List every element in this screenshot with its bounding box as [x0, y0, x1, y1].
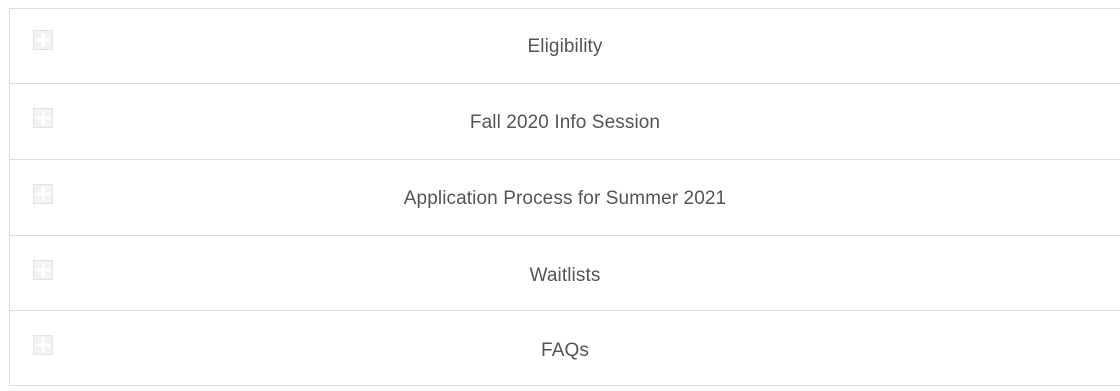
accordion-item-title[interactable]: Fall 2020 Info Session	[10, 84, 1120, 159]
accordion-item-waitlists[interactable]: Waitlists	[10, 236, 1120, 311]
accordion-item-title[interactable]: FAQs	[10, 311, 1120, 385]
accordion-item-fall-2020-info-session[interactable]: Fall 2020 Info Session	[10, 84, 1120, 160]
accordion-item-eligibility[interactable]: Eligibility	[10, 9, 1120, 84]
accordion-item-faqs[interactable]: FAQs	[10, 311, 1120, 386]
accordion-item-title[interactable]: Application Process for Summer 2021	[10, 160, 1120, 235]
accordion-item-application-process[interactable]: Application Process for Summer 2021	[10, 160, 1120, 236]
accordion-item-title[interactable]: Waitlists	[10, 236, 1120, 310]
accordion-item-title[interactable]: Eligibility	[10, 9, 1120, 83]
accordion: Eligibility Fall 2020 Info Session Appli…	[9, 8, 1120, 386]
